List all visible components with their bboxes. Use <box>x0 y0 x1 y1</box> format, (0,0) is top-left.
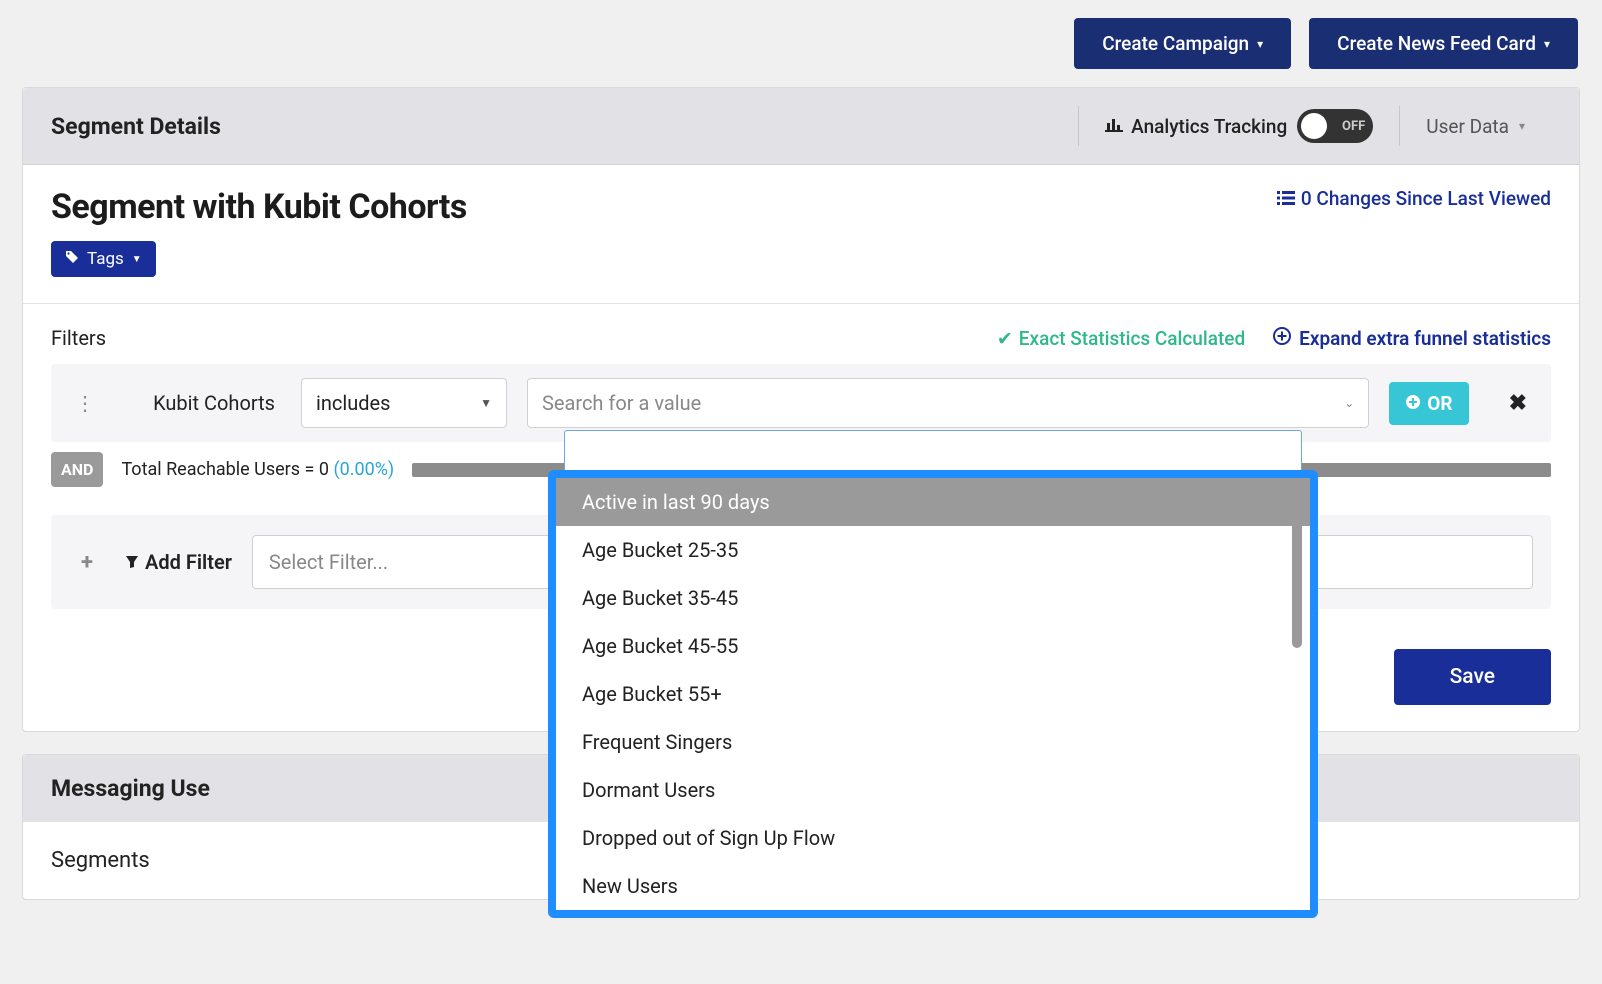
title-row: Segment with Kubit Cohorts 0 Changes Sin… <box>51 187 1551 227</box>
add-filter-plus-icon[interactable]: + <box>69 544 105 580</box>
filters-heading: Filters <box>51 326 106 350</box>
dropdown-list: Active in last 90 daysAge Bucket 25-35Ag… <box>556 478 1310 910</box>
value-search-select[interactable]: Search for a value ⌄ <box>527 378 1369 428</box>
filters-head-right: ✔ Exact Statistics Calculated Expand ext… <box>997 327 1551 350</box>
changes-link[interactable]: 0 Changes Since Last Viewed <box>1277 187 1551 210</box>
filters-head: Filters ✔ Exact Statistics Calculated Ex… <box>51 326 1551 350</box>
chevron-down-icon: ▾ <box>1544 37 1550 51</box>
chevron-down-icon: ⌄ <box>1344 396 1354 410</box>
save-button[interactable]: Save <box>1394 649 1551 705</box>
stats-calculated: ✔ Exact Statistics Calculated <box>997 327 1245 350</box>
analytics-tracking-text: Analytics Tracking <box>1131 115 1287 138</box>
drag-handle-icon[interactable]: ⋮ <box>69 391 101 415</box>
plus-circle-icon <box>1273 327 1291 350</box>
tags-label: Tags <box>87 249 124 269</box>
toggle-state-label: OFF <box>1342 119 1365 134</box>
analytics-tracking-slot: Analytics Tracking OFF <box>1078 106 1399 146</box>
caret-down-icon: ▼ <box>132 254 142 265</box>
and-badge: AND <box>51 452 103 487</box>
segments-label: Segments <box>51 848 150 873</box>
reach-count: 0 <box>319 459 329 480</box>
dropdown-option[interactable]: New Users <box>556 862 1310 910</box>
list-icon <box>1277 187 1295 210</box>
chevron-down-icon: ▾ <box>1257 37 1263 51</box>
chevron-down-icon: ▾ <box>1519 119 1525 133</box>
toggle-knob <box>1301 113 1327 139</box>
segment-title: Segment with Kubit Cohorts <box>51 187 467 227</box>
divider <box>23 303 1579 304</box>
tag-icon <box>65 249 79 269</box>
add-filter-text: Add Filter <box>145 550 232 574</box>
dropdown-option[interactable]: Dropped out of Sign Up Flow <box>556 814 1310 862</box>
reach-label: Total Reachable Users = <box>121 459 318 480</box>
filter-field-label: Kubit Cohorts <box>121 391 281 415</box>
remove-filter-icon[interactable]: ✖ <box>1509 391 1527 416</box>
or-button[interactable]: OR <box>1389 382 1468 425</box>
scrollbar[interactable] <box>1292 488 1302 648</box>
dropdown-option[interactable]: Age Bucket 35-45 <box>556 574 1310 622</box>
create-news-feed-button[interactable]: Create News Feed Card ▾ <box>1309 18 1578 69</box>
dropdown-option[interactable]: Active in last 90 days <box>556 478 1310 526</box>
header-right: Analytics Tracking OFF User Data ▾ <box>1078 106 1551 146</box>
tags-button[interactable]: Tags ▼ <box>51 241 156 277</box>
changes-text: 0 Changes Since Last Viewed <box>1301 187 1551 210</box>
dropdown-option[interactable]: Age Bucket 25-35 <box>556 526 1310 574</box>
value-search-placeholder: Search for a value <box>542 391 701 415</box>
chart-icon <box>1105 115 1123 138</box>
user-data-dropdown: User Data ▾ <box>1426 115 1525 138</box>
select-filter-placeholder: Select Filter... <box>269 550 388 574</box>
user-data-slot[interactable]: User Data ▾ <box>1399 106 1551 146</box>
reach-percent: (0.00%) <box>333 459 394 480</box>
or-label: OR <box>1427 392 1452 415</box>
dropdown-option[interactable]: Age Bucket 55+ <box>556 670 1310 718</box>
plus-circle-icon <box>1405 392 1421 415</box>
create-campaign-button[interactable]: Create Campaign ▾ <box>1074 18 1291 69</box>
operator-select[interactable]: includes ▼ <box>301 378 507 428</box>
stats-calculated-text: Exact Statistics Calculated <box>1019 327 1245 350</box>
check-icon: ✔ <box>997 327 1013 350</box>
dropdown-search-input[interactable] <box>564 430 1302 472</box>
expand-funnel-link[interactable]: Expand extra funnel statistics <box>1273 327 1551 350</box>
segment-details-title: Segment Details <box>51 113 221 140</box>
create-campaign-label: Create Campaign <box>1102 32 1249 55</box>
reachable-users: Total Reachable Users = 0 (0.00%) <box>121 459 394 480</box>
expand-funnel-text: Expand extra funnel statistics <box>1299 327 1551 350</box>
top-actions-bar: Create Campaign ▾ Create News Feed Card … <box>0 0 1602 87</box>
funnel-icon <box>125 550 139 574</box>
create-news-feed-label: Create News Feed Card <box>1337 32 1536 55</box>
dropdown-option[interactable]: Age Bucket 45-55 <box>556 622 1310 670</box>
analytics-tracking-label: Analytics Tracking <box>1105 115 1287 138</box>
dropdown-option[interactable]: Frequent Singers <box>556 718 1310 766</box>
add-filter-label: Add Filter <box>125 550 232 574</box>
segment-details-header: Segment Details Analytics Tracking OFF U… <box>23 88 1579 165</box>
dropdown-option[interactable]: Dormant Users <box>556 766 1310 814</box>
caret-down-icon: ▼ <box>480 396 492 410</box>
operator-value: includes <box>316 391 390 415</box>
analytics-toggle[interactable]: OFF <box>1297 109 1373 143</box>
user-data-label: User Data <box>1426 115 1509 138</box>
value-dropdown: Active in last 90 daysAge Bucket 25-35Ag… <box>548 470 1318 918</box>
